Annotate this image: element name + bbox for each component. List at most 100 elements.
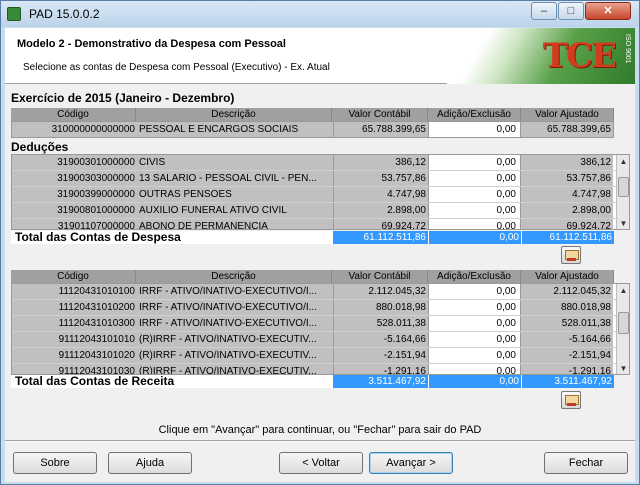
main-window: PAD 15.0.0.2 – □ ✕ Modelo 2 - Demonstrat… xyxy=(0,0,640,485)
total-receita-ajustado: 3.511.467,92 xyxy=(521,375,614,388)
cell-descricao: IRRF - ATIVO/INATIVO-EXECUTIVO/I... xyxy=(137,300,333,315)
cell-valor: 53.757,86 xyxy=(333,171,428,186)
deducoes-grid: 31900301000000 CIVIS 386,12 0,00 386,12 31900… xyxy=(11,154,630,230)
cell-codigo: 91112043101020 xyxy=(12,348,137,363)
receita-grid: 11120431010100 IRRF - ATIVO/INATIVO-EXECU… xyxy=(11,283,630,375)
wizard-header: Modelo 2 - Demonstrativo da Despesa com … xyxy=(5,28,635,84)
cell-adicao-input[interactable]: 0,00 xyxy=(428,348,520,363)
logo-iso: ISO 9001 xyxy=(624,34,631,64)
cell-adicao-input[interactable]: 0,00 xyxy=(428,203,520,218)
cell-adicao-input[interactable]: 0,00 xyxy=(428,171,520,186)
fechar-button[interactable]: Fechar xyxy=(544,452,628,474)
cell-codigo: 31900303000000 xyxy=(12,171,137,186)
instruction-message: Clique em "Avançar" para continuar, ou "… xyxy=(158,424,482,436)
table-row[interactable]: 31900301000000 CIVIS 386,12 0,00 386,12 xyxy=(12,155,629,171)
sobre-button[interactable]: Sobre xyxy=(13,452,97,474)
cell-ajustado: -5.164,66 xyxy=(520,332,613,347)
cell-adicao-input[interactable]: 0,00 xyxy=(428,300,520,315)
footer-divider xyxy=(5,440,635,442)
table-row[interactable]: 31901107000000 ABONO DE PERMANENCIA 69.924… xyxy=(12,219,629,229)
cell-valor: 65.788.399,65 xyxy=(333,122,428,137)
cell-adicao-input[interactable]: 0,00 xyxy=(428,187,520,202)
col-codigo: Código xyxy=(11,108,136,121)
cell-adicao-input[interactable]: 0,00 xyxy=(428,155,520,170)
cell-adicao-input[interactable]: 0,00 xyxy=(428,332,520,347)
cell-adicao-input[interactable]: 0,00 xyxy=(428,122,520,137)
cell-codigo: 31901107000000 xyxy=(12,219,137,229)
client-area: Modelo 2 - Demonstrativo da Despesa com … xyxy=(5,28,635,482)
col-descricao: Descrição xyxy=(136,270,332,283)
cell-valor: -1.291,16 xyxy=(333,364,428,374)
cell-valor: 2.112.045,32 xyxy=(333,284,428,299)
fechar-label: Fechar xyxy=(568,457,604,469)
col-adicao-exclusao: Adição/Exclusão xyxy=(428,108,521,121)
table-row[interactable]: 31900399000000 OUTRAS PENSOES 4.747,98 0,00… xyxy=(12,187,629,203)
total-despesa-valor: 61.112.511,86 xyxy=(332,231,428,244)
cell-ajustado: 386,12 xyxy=(520,155,613,170)
cell-ajustado: 69.924,72 xyxy=(520,219,613,229)
cell-codigo: 11120431010300 xyxy=(12,316,137,331)
minimize-button[interactable]: – xyxy=(531,2,557,20)
cell-ajustado: -2.151,94 xyxy=(520,348,613,363)
table-row[interactable]: 91112043101020 (R)IRRF - ATIVO/INATIVO-EX… xyxy=(12,348,629,364)
cell-valor: -2.151,94 xyxy=(333,348,428,363)
scroll-thumb[interactable] xyxy=(618,312,629,334)
calculator-icon[interactable] xyxy=(561,391,581,409)
calculator-icon[interactable] xyxy=(561,246,581,264)
cell-valor: 4.747,98 xyxy=(333,187,428,202)
cell-ajustado: 53.757,86 xyxy=(520,171,613,186)
maximize-button[interactable]: □ xyxy=(558,2,584,20)
scroll-up-icon[interactable]: ▲ xyxy=(617,284,629,297)
voltar-button[interactable]: < Voltar xyxy=(279,452,363,474)
cell-ajustado: 880.018,98 xyxy=(520,300,613,315)
app-icon xyxy=(7,7,21,21)
table-row[interactable]: 91112043101010 (R)IRRF - ATIVO/INATIVO-EX… xyxy=(12,332,629,348)
scroll-up-icon[interactable]: ▲ xyxy=(617,155,629,168)
ajuda-label: Ajuda xyxy=(135,457,165,469)
logo-text: TCE xyxy=(542,36,617,76)
total-despesa-adicao: 0,00 xyxy=(428,231,521,244)
cell-adicao-input[interactable]: 0,00 xyxy=(428,364,520,374)
close-button[interactable]: ✕ xyxy=(585,2,631,20)
exercicio-label: Exercício de 2015 (Janeiro - Dezembro) xyxy=(11,91,235,105)
cell-descricao: (R)IRRF - ATIVO/INATIVO-EXECUTIV... xyxy=(137,348,333,363)
cell-descricao: ABONO DE PERMANENCIA xyxy=(137,219,333,229)
receita-scrollbar[interactable]: ▲ ▼ xyxy=(616,284,629,374)
cell-adicao-input[interactable]: 0,00 xyxy=(428,316,520,331)
table-row[interactable]: 310000000000000 PESSOAL E ENCARGOS SOCIA… xyxy=(12,122,613,137)
cell-ajustado: 65.788.399,65 xyxy=(520,122,613,137)
cell-adicao-input[interactable]: 0,00 xyxy=(428,284,520,299)
sobre-label: Sobre xyxy=(40,457,70,469)
scroll-down-icon[interactable]: ▼ xyxy=(617,362,629,374)
cell-ajustado: 2.898,00 xyxy=(520,203,613,218)
cell-valor: 2.898,00 xyxy=(333,203,428,218)
despesa-column-header: Código Descrição Valor Contábil Adição/E… xyxy=(11,108,614,121)
cell-valor: 69.924,72 xyxy=(333,219,428,229)
cell-descricao: AUXILIO FUNERAL ATIVO CIVIL xyxy=(137,203,333,218)
tce-logo: TCE ISO 9001 xyxy=(447,28,635,84)
cell-descricao: CIVIS xyxy=(137,155,333,170)
total-despesa-ajustado: 61.112.511,86 xyxy=(521,231,614,244)
table-row[interactable]: 11120431010200 IRRF - ATIVO/INATIVO-EXECU… xyxy=(12,300,629,316)
col-adicao-exclusao: Adição/Exclusão xyxy=(428,270,521,283)
cell-descricao: PESSOAL E ENCARGOS SOCIAIS xyxy=(137,122,333,137)
col-valor-ajustado: Valor Ajustado xyxy=(521,108,614,121)
scroll-thumb[interactable] xyxy=(618,177,629,197)
cell-adicao-input[interactable]: 0,00 xyxy=(428,219,520,229)
avancar-button[interactable]: Avançar > xyxy=(369,452,453,474)
ajuda-button[interactable]: Ajuda xyxy=(108,452,192,474)
col-valor-contabil: Valor Contábil xyxy=(332,108,428,121)
cell-ajustado: 528.011,38 xyxy=(520,316,613,331)
table-row[interactable]: 11120431010100 IRRF - ATIVO/INATIVO-EXECU… xyxy=(12,284,629,300)
total-receita-label: Total das Contas de Receita xyxy=(11,375,332,388)
cell-codigo: 31900301000000 xyxy=(12,155,137,170)
title-bar[interactable]: PAD 15.0.0.2 – □ ✕ xyxy=(1,1,639,27)
scroll-down-icon[interactable]: ▼ xyxy=(617,217,629,229)
total-despesa-row: Total das Contas de Despesa 61.112.511,8… xyxy=(11,231,614,244)
col-codigo: Código xyxy=(11,270,136,283)
table-row[interactable]: 31900801000000 AUXILIO FUNERAL ATIVO CIVI… xyxy=(12,203,629,219)
cell-codigo: 91112043101010 xyxy=(12,332,137,347)
table-row[interactable]: 11120431010300 IRRF - ATIVO/INATIVO-EXECU… xyxy=(12,316,629,332)
table-row[interactable]: 31900303000000 13 SALARIO - PESSOAL CIVIL… xyxy=(12,171,629,187)
deducoes-scrollbar[interactable]: ▲ ▼ xyxy=(616,155,629,229)
